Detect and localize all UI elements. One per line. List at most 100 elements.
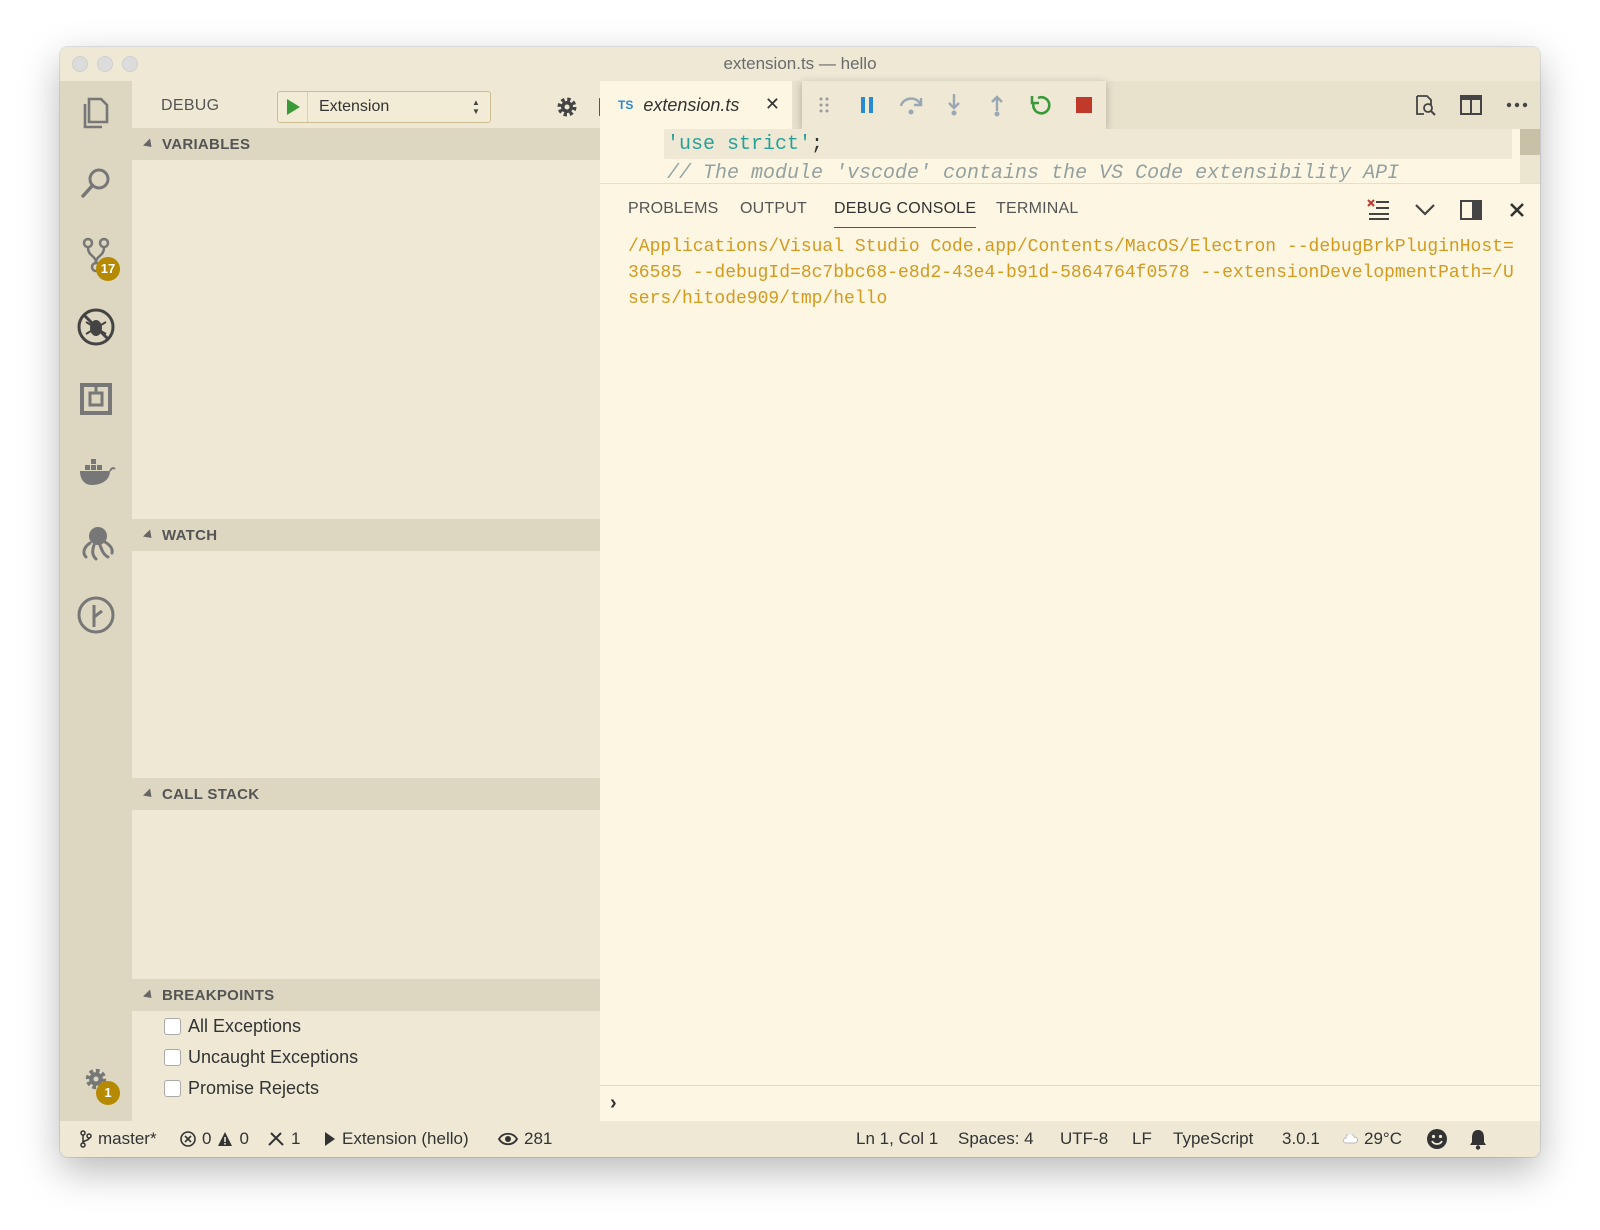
- variables-section-header[interactable]: VARIABLES: [132, 128, 600, 160]
- cloud-icon: [1343, 1134, 1358, 1144]
- notifications-button[interactable]: [1468, 1121, 1488, 1157]
- minimize-window-button[interactable]: [97, 56, 113, 72]
- debug-button[interactable]: [60, 297, 132, 357]
- indentation-status[interactable]: Spaces: 4: [958, 1121, 1034, 1157]
- breakpoint-item[interactable]: Promise Rejects: [164, 1073, 319, 1103]
- status-bar: master* 0 0 1 Extension (hello) 281 Ln 1…: [60, 1121, 1540, 1157]
- launch-config-select[interactable]: Extension ▲ ▼: [277, 91, 491, 123]
- code-line-1: 'use strict';: [667, 131, 823, 159]
- watch-title: WATCH: [162, 526, 218, 544]
- github-octopus-button[interactable]: [60, 513, 132, 573]
- gear-icon: [557, 97, 577, 117]
- debug-toolbar: [802, 81, 1106, 129]
- step-into-button[interactable]: [932, 85, 975, 125]
- breakpoint-checkbox[interactable]: [164, 1079, 181, 1097]
- debug-console-output: /Applications/Visual Studio Code.app/Con…: [628, 237, 1514, 309]
- settings-badge: 1: [96, 1081, 120, 1105]
- open-changes-button[interactable]: [1402, 85, 1448, 125]
- code-punctuation: ;: [811, 133, 824, 156]
- more-actions-button[interactable]: [1494, 85, 1540, 125]
- extensions-icon: [80, 383, 112, 415]
- source-control-button[interactable]: 17: [60, 225, 132, 285]
- breakpoint-item[interactable]: All Exceptions: [164, 1011, 301, 1041]
- tab-terminal[interactable]: TERMINAL: [996, 200, 1079, 218]
- code-editor[interactable]: 'use strict'; // The module 'vscode' con…: [600, 129, 1540, 183]
- eol-status[interactable]: LF: [1132, 1121, 1152, 1157]
- debug-sidebar: DEBUG Extension ▲ ▼ VARIABLES WATCH CALL…: [132, 81, 623, 1121]
- breakpoints-section-header[interactable]: BREAKPOINTS: [132, 979, 600, 1011]
- open-launch-json-button[interactable]: [554, 94, 580, 120]
- problems-status[interactable]: 0 0: [180, 1121, 249, 1157]
- tab-output[interactable]: OUTPUT: [740, 200, 807, 218]
- close-icon: [1510, 203, 1524, 217]
- typescript-version[interactable]: 3.0.1: [1282, 1121, 1320, 1157]
- call-stack-section-header[interactable]: CALL STACK: [132, 778, 600, 810]
- code-string: 'use strict': [667, 133, 812, 156]
- warning-count: 0: [239, 1129, 249, 1148]
- language-mode[interactable]: TypeScript: [1173, 1121, 1253, 1157]
- watchers-count: 281: [524, 1129, 553, 1148]
- close-window-button[interactable]: [72, 56, 88, 72]
- weather-status[interactable]: 29°C: [1342, 1121, 1402, 1157]
- tab-problems[interactable]: PROBLEMS: [628, 200, 719, 218]
- explorer-button[interactable]: [60, 83, 132, 143]
- gitlens-button[interactable]: [60, 585, 132, 645]
- editor-actions: [1402, 81, 1540, 129]
- debug-console-input[interactable]: ›: [600, 1085, 1540, 1121]
- breakpoint-checkbox[interactable]: [164, 1017, 181, 1035]
- step-into-icon: [948, 94, 960, 116]
- breakpoint-label: Uncaught Exceptions: [188, 1046, 359, 1067]
- tools-icon: [268, 1132, 284, 1146]
- encoding-status[interactable]: UTF-8: [1060, 1121, 1108, 1157]
- branch-status[interactable]: master*: [80, 1121, 157, 1157]
- breakpoint-checkbox[interactable]: [164, 1048, 181, 1066]
- files-icon: [83, 97, 109, 129]
- feedback-button[interactable]: [1426, 1121, 1448, 1157]
- select-arrows-icon: ▲ ▼: [472, 98, 480, 116]
- restart-button[interactable]: [1019, 85, 1062, 125]
- temperature: 29°C: [1364, 1129, 1402, 1148]
- toggle-panel-position-button[interactable]: [1448, 190, 1494, 230]
- breakpoints-title: BREAKPOINTS: [162, 986, 275, 1004]
- manage-settings-button[interactable]: 1: [60, 1049, 132, 1109]
- step-out-button[interactable]: [976, 85, 1019, 125]
- ellipsis-icon: [1506, 102, 1528, 108]
- split-editor-button[interactable]: [1448, 85, 1494, 125]
- launch-config-value: Extension: [319, 98, 390, 115]
- collapse-icon: [142, 528, 156, 542]
- debug-session-status[interactable]: Extension (hello): [324, 1121, 469, 1157]
- tab-extension-ts[interactable]: TS extension.ts ✕: [600, 81, 792, 129]
- breakpoint-item[interactable]: Uncaught Exceptions: [164, 1042, 358, 1072]
- breakpoint-label: All Exceptions: [188, 1015, 302, 1036]
- pause-button[interactable]: [845, 85, 888, 125]
- start-debugging-button[interactable]: [278, 92, 308, 122]
- editor-scrollbar-thumb[interactable]: [1520, 129, 1540, 155]
- step-over-button[interactable]: [889, 85, 932, 125]
- bell-icon: [1470, 1130, 1486, 1150]
- docker-button[interactable]: [60, 441, 132, 501]
- tab-close-icon[interactable]: ✕: [765, 94, 780, 115]
- step-over-icon: [899, 97, 922, 115]
- clear-console-button[interactable]: [1356, 190, 1402, 230]
- activity-bar: 17 1: [60, 81, 132, 1121]
- watch-section-header[interactable]: WATCH: [132, 519, 600, 551]
- window-title: extension.ts — hello: [723, 54, 877, 73]
- extensions-button[interactable]: [60, 369, 132, 429]
- debug-header: DEBUG Extension ▲ ▼: [132, 81, 623, 131]
- clear-console-icon: [1367, 199, 1389, 220]
- collapse-panel-button[interactable]: [1402, 190, 1448, 230]
- drag-handle[interactable]: [802, 85, 845, 125]
- sidebar-title: DEBUG: [161, 97, 220, 114]
- search-button[interactable]: [60, 153, 132, 213]
- window-controls: [72, 56, 138, 72]
- close-panel-button[interactable]: [1494, 190, 1540, 230]
- step-out-icon: [991, 95, 1004, 117]
- chevron-down-icon: [1415, 204, 1435, 216]
- cursor-position[interactable]: Ln 1, Col 1: [856, 1121, 938, 1157]
- play-icon: [325, 1132, 335, 1146]
- watchers-status[interactable]: 281: [498, 1121, 552, 1157]
- stop-button[interactable]: [1063, 85, 1106, 125]
- zoom-window-button[interactable]: [122, 56, 138, 72]
- tools-status[interactable]: 1: [267, 1121, 300, 1157]
- tab-debug-console[interactable]: DEBUG CONSOLE: [834, 200, 977, 228]
